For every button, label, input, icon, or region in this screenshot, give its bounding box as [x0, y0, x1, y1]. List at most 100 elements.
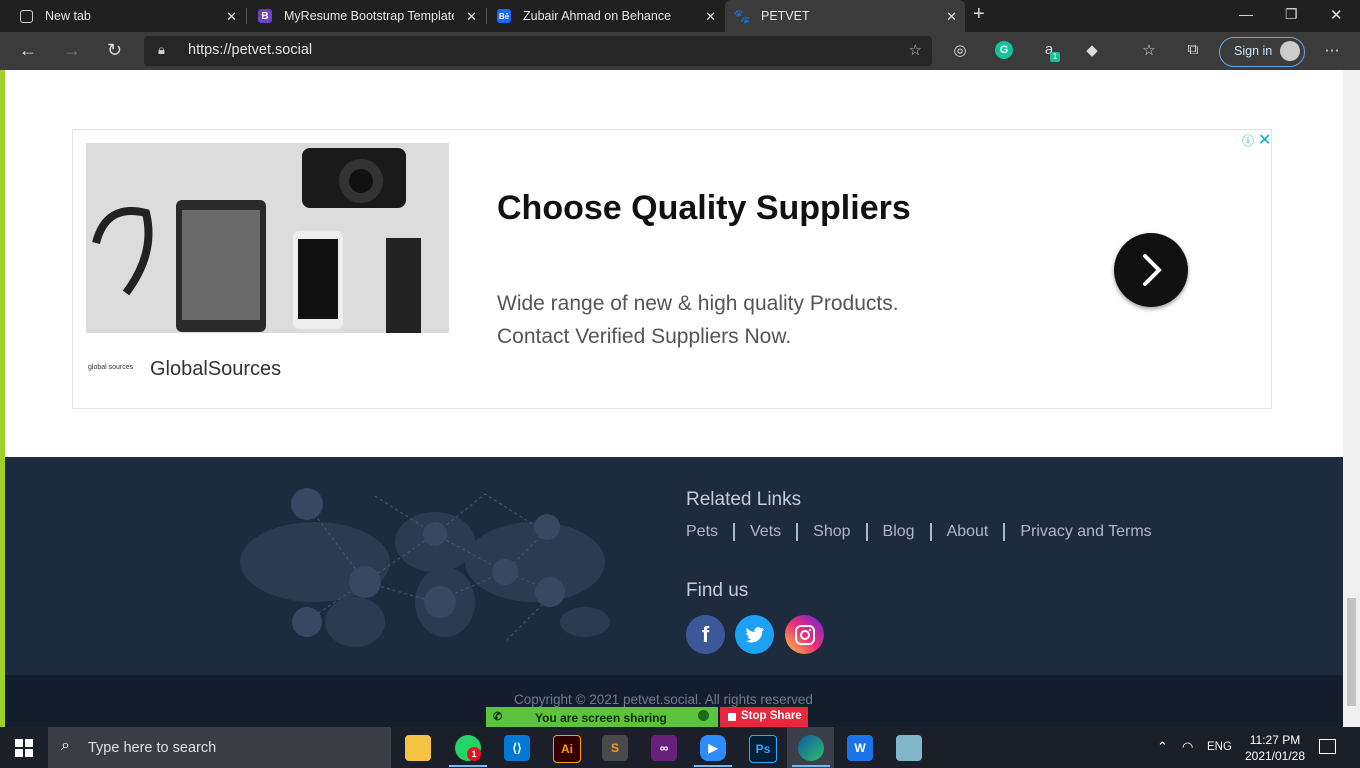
- advertiser-name[interactable]: GlobalSources: [150, 358, 281, 381]
- tab-close-icon[interactable]: ✕: [946, 9, 957, 25]
- tab-myresume[interactable]: B MyResume Bootstrap Template - ✕: [247, 0, 485, 32]
- notification-center-icon[interactable]: [1319, 739, 1336, 754]
- tab-label: New tab: [45, 9, 91, 23]
- new-tab-button[interactable]: +: [973, 3, 985, 26]
- taskbar-search[interactable]: ⌕ Type here to search: [48, 727, 391, 768]
- stop-share-button[interactable]: Stop Share: [720, 707, 808, 727]
- footer-links: Pets Vets Shop Blog About Privacy and Te…: [686, 523, 1167, 541]
- windows-taskbar: ⌕ Type here to search 1 ⟨⟩ Ai S ∞ ▶ Ps W…: [0, 727, 1360, 768]
- scrollbar-thumb[interactable]: [1347, 598, 1356, 706]
- sign-in-label: Sign in: [1234, 44, 1273, 58]
- whatsapp-badge: 1: [467, 747, 481, 761]
- facebook-icon[interactable]: f: [686, 615, 725, 654]
- ad-headline[interactable]: Choose Quality Suppliers: [497, 189, 911, 228]
- tab-close-icon[interactable]: ✕: [466, 9, 477, 25]
- windows-start-icon[interactable]: [15, 739, 33, 762]
- phone-icon: ✆: [493, 711, 503, 723]
- bootstrap-icon: B: [258, 9, 272, 23]
- instagram-icon[interactable]: [785, 615, 824, 654]
- wps-icon[interactable]: W: [847, 735, 873, 761]
- tab-new-tab[interactable]: New tab ✕: [0, 0, 245, 32]
- related-links-title: Related Links: [686, 489, 802, 510]
- color-picker-icon[interactable]: ◆: [1083, 41, 1101, 59]
- grammarly-icon[interactable]: G: [995, 41, 1013, 59]
- notes-app-icon[interactable]: [896, 735, 922, 761]
- paw-icon: 🐾: [733, 7, 751, 24]
- footer-link-pets[interactable]: Pets: [686, 523, 736, 541]
- browser-toolbar: ← → ↻ 🔒︎ https://petvet.social ☆ ◎ G a 1…: [0, 32, 1360, 70]
- extension-badge: 1: [1050, 52, 1060, 62]
- chevron-up-icon[interactable]: ⌃: [1157, 739, 1168, 755]
- lock-icon[interactable]: 🔒︎: [158, 42, 165, 58]
- footer-link-about[interactable]: About: [932, 523, 1006, 541]
- wifi-icon[interactable]: ◠: [1182, 739, 1193, 755]
- screen-share-status[interactable]: ✆ You are screen sharing: [486, 707, 718, 727]
- extension-icon[interactable]: a 1: [1040, 41, 1060, 62]
- visual-studio-icon[interactable]: ∞: [651, 735, 677, 761]
- zoom-icon[interactable]: ▶: [700, 735, 726, 761]
- copyright-text: Copyright © 2021 petvet.social. All righ…: [514, 692, 813, 707]
- app-open-indicator: [449, 765, 487, 767]
- file-explorer-icon[interactable]: [405, 735, 431, 761]
- refresh-icon[interactable]: ↻: [107, 40, 122, 61]
- restore-icon[interactable]: ❐: [1285, 6, 1298, 23]
- chevron-right-icon: [1143, 254, 1162, 286]
- site-footer: Related Links Pets Vets Shop Blog About …: [5, 457, 1343, 675]
- ad-info-icon[interactable]: ⓘ: [1242, 132, 1254, 149]
- ad-description: Contact Verified Suppliers Now.: [497, 325, 792, 348]
- stop-share-label: Stop Share: [741, 710, 802, 722]
- footer-link-vets[interactable]: Vets: [735, 523, 799, 541]
- illustrator-icon[interactable]: Ai: [553, 735, 581, 763]
- back-icon[interactable]: ←: [19, 40, 37, 61]
- search-icon: ⌕: [61, 737, 70, 754]
- tab-petvet[interactable]: 🐾 PETVET ✕: [725, 0, 965, 32]
- address-bar[interactable]: 🔒︎ https://petvet.social ☆: [144, 36, 932, 66]
- tab-close-icon[interactable]: ✕: [226, 9, 237, 25]
- stop-icon: [728, 713, 736, 721]
- advertisement[interactable]: Choose Quality Suppliers Wide range of n…: [72, 129, 1272, 409]
- newtab-icon: [20, 9, 33, 23]
- clock-time: 11:27 PM: [1249, 733, 1301, 747]
- twitter-icon[interactable]: [735, 615, 774, 654]
- tab-label: Zubair Ahmad on Behance: [523, 9, 672, 23]
- tab-label: MyResume Bootstrap Template -: [284, 9, 454, 23]
- ad-arrow-button[interactable]: [1114, 233, 1188, 307]
- sublime-icon[interactable]: S: [602, 735, 628, 761]
- collections-icon[interactable]: ⧉: [1184, 41, 1202, 59]
- window-close-icon[interactable]: ✕: [1330, 6, 1343, 24]
- app-open-indicator: [694, 765, 732, 767]
- advertiser-logo: global sources: [88, 364, 134, 371]
- profile-avatar-icon: [1280, 41, 1300, 61]
- world-map-illustration: [240, 488, 610, 647]
- system-clock[interactable]: 11:27 PM 2021/01/28: [1240, 732, 1310, 764]
- browser-tab-bar: New tab ✕ B MyResume Bootstrap Template …: [0, 0, 1360, 32]
- tab-behance[interactable]: Bē Zubair Ahmad on Behance ✕: [487, 0, 724, 32]
- screen-share-label: You are screen sharing: [535, 711, 667, 725]
- clock-date: 2021/01/28: [1244, 749, 1306, 763]
- add-favorite-icon[interactable]: ☆: [909, 41, 922, 59]
- scrollbar[interactable]: [1343, 70, 1360, 727]
- sign-in-button[interactable]: Sign in: [1219, 37, 1305, 67]
- forward-icon[interactable]: →: [63, 40, 81, 61]
- footer-link-privacy[interactable]: Privacy and Terms: [1005, 523, 1166, 541]
- language-indicator[interactable]: ENG: [1207, 741, 1232, 753]
- url-text[interactable]: https://petvet.social: [188, 42, 312, 58]
- photoshop-icon[interactable]: Ps: [749, 735, 777, 763]
- minimize-icon[interactable]: —: [1239, 6, 1253, 22]
- search-placeholder[interactable]: Type here to search: [88, 740, 216, 756]
- ad-product-image[interactable]: [86, 143, 449, 333]
- vscode-icon[interactable]: ⟨⟩: [504, 735, 530, 761]
- more-menu-icon[interactable]: ⋯: [1323, 41, 1341, 59]
- tab-close-icon[interactable]: ✕: [705, 9, 716, 25]
- tab-label: PETVET: [761, 9, 810, 23]
- ad-close-icon[interactable]: ✕: [1258, 130, 1271, 150]
- behance-icon: Bē: [497, 9, 511, 23]
- edge-icon[interactable]: [798, 735, 824, 761]
- find-us-title: Find us: [686, 580, 749, 601]
- favorites-icon[interactable]: ☆: [1140, 41, 1158, 59]
- copilot-icon[interactable]: ◎: [951, 41, 969, 59]
- shield-check-icon: [698, 710, 709, 721]
- footer-link-shop[interactable]: Shop: [798, 523, 868, 541]
- whatsapp-icon[interactable]: 1: [455, 735, 481, 761]
- footer-link-blog[interactable]: Blog: [868, 523, 932, 541]
